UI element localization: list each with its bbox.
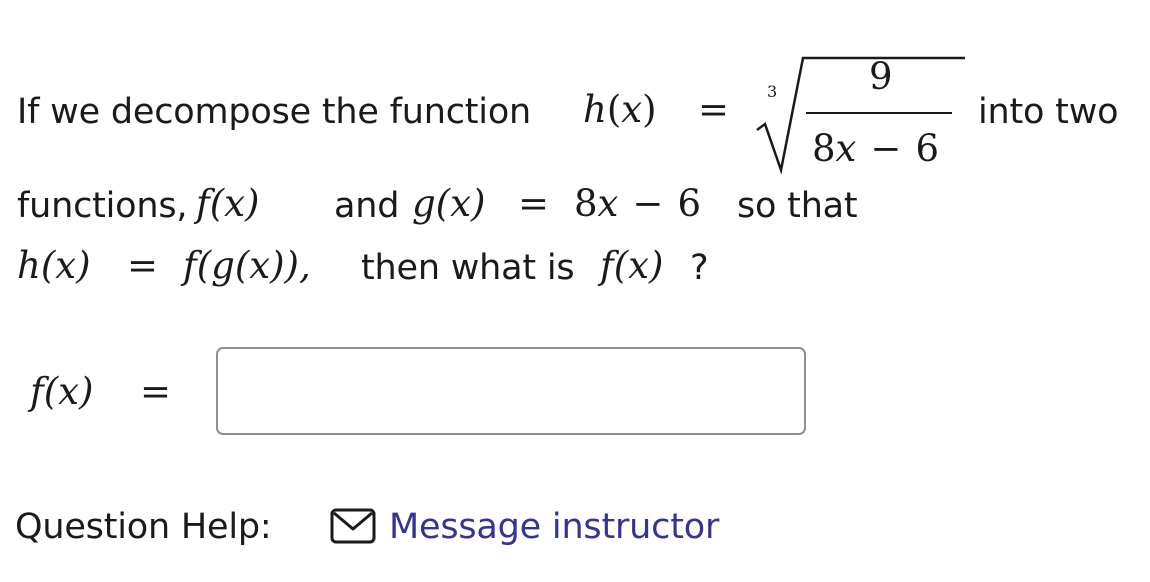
g-of-x-expression: g(x) (412, 182, 486, 225)
composition-expression: f(g(x)), (183, 244, 311, 287)
f-of-x-expression: f(x) (196, 182, 260, 225)
equals-sign: = (518, 182, 550, 225)
answer-input[interactable] (216, 347, 806, 435)
h-of-x-expression: h(x) (17, 244, 91, 287)
answer-equals-sign: = (140, 370, 172, 413)
and-word: and (334, 186, 400, 226)
h-of-x-expression: h(x) (583, 88, 657, 131)
message-instructor-link[interactable]: Message instructor (389, 507, 719, 547)
so-that-text: so that (737, 186, 858, 226)
answer-label: f(x) (30, 370, 94, 413)
question-help-label: Question Help: (15, 507, 272, 547)
fraction-bar (806, 112, 952, 114)
functions-label: functions, (17, 186, 188, 226)
question-mark: ? (690, 248, 709, 288)
f-of-x-expression: f(x) (600, 244, 664, 287)
fraction-denominator: 8x −6 (812, 127, 939, 170)
equals-sign: = (127, 244, 159, 287)
question-prompt-text: then what is (361, 248, 575, 288)
root-index: 3 (767, 82, 778, 101)
g-definition-rhs: 8x −6 (574, 182, 701, 225)
question-intro-text: If we decompose the function (17, 92, 532, 132)
question-intro-suffix: into two (978, 92, 1119, 132)
fraction-numerator: 9 (869, 55, 893, 98)
equals-sign: = (698, 88, 730, 131)
envelope-icon[interactable] (330, 508, 376, 548)
